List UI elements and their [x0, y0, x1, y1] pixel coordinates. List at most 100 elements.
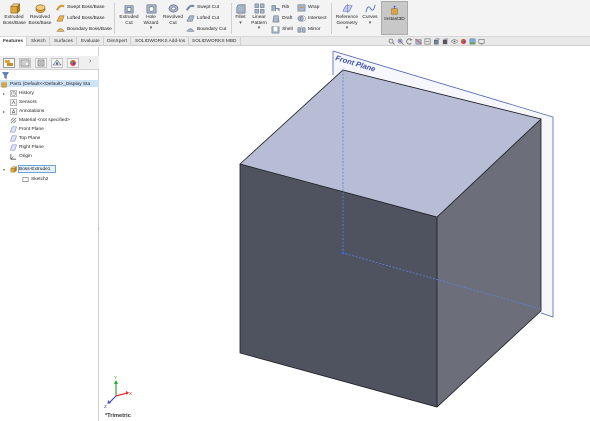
reference-geometry-icon: [341, 3, 353, 14]
plane-icon: [10, 126, 17, 132]
graphics-area[interactable]: Front Plane Y X Z *Trimetric: [100, 47, 590, 421]
mirror-icon: [297, 25, 306, 33]
tab-features[interactable]: Features: [0, 37, 27, 46]
apply-scene-icon[interactable]: [469, 38, 476, 45]
boundary-cut-button[interactable]: Boundary Cut: [186, 24, 226, 34]
tree-label-material: Material <not specified>: [19, 117, 70, 123]
rib-button[interactable]: Rib: [271, 2, 289, 12]
view-orientation-icon[interactable]: [433, 38, 440, 45]
svg-text:A: A: [12, 109, 16, 114]
extruded-cut-button[interactable]: Extruded Cut: [117, 3, 141, 26]
hole-wizard-dropdown-icon[interactable]: ▾: [150, 26, 152, 32]
curves-dropdown-icon[interactable]: ▾: [369, 21, 371, 27]
curves-button[interactable]: Curves ▾: [361, 3, 379, 26]
property-manager-tab[interactable]: [19, 58, 31, 68]
tree-item-part1[interactable]: Part1 (Default<<Default>_Display Sta: [1, 80, 90, 88]
swept-boss-label: Swept Boss/Base: [67, 4, 105, 10]
shell-button[interactable]: Shell: [271, 24, 293, 34]
edit-appearance-icon[interactable]: [460, 38, 467, 45]
manager-tabs-more-icon[interactable]: ›: [89, 58, 91, 65]
tree-item-annotations[interactable]: A Annotations: [10, 107, 44, 115]
lofted-cut-icon: [186, 15, 195, 21]
fillet-button[interactable]: Fillet ▾: [233, 3, 248, 26]
swept-cut-icon: [186, 4, 195, 11]
tree-item-boss-extrude1[interactable]: Boss-Extrude1: [10, 165, 50, 173]
plane-icon: [10, 144, 17, 150]
filter-icon[interactable]: [2, 72, 9, 79]
tree-label-sketch2: Sketch2: [31, 176, 49, 182]
lofted-cut-label: Lofted Cut: [197, 15, 220, 21]
mirror-button[interactable]: Mirror: [297, 24, 321, 34]
lofted-cut-button[interactable]: Lofted Cut: [186, 13, 219, 23]
tree-label-front-plane: Front Plane: [19, 126, 44, 132]
swept-boss-button[interactable]: Swept Boss/Base: [56, 2, 105, 12]
rib-label: Rib: [282, 4, 290, 10]
reference-geometry-button[interactable]: Reference Geometry ▾: [334, 3, 360, 32]
expand-icon[interactable]: ▸: [3, 109, 5, 114]
instant3d-button[interactable]: Instant3D: [381, 1, 408, 35]
boundary-cut-label: Boundary Cut: [197, 26, 227, 32]
linear-pattern-button[interactable]: Linear Pattern ▾: [249, 3, 269, 32]
display-manager-tab[interactable]: [67, 58, 79, 68]
view-settings-icon[interactable]: [478, 38, 485, 45]
tree-label-annotations: Annotations: [19, 108, 45, 114]
solidworks-window: Extruded Boss/Base Revolved Boss/Base Sw…: [0, 0, 590, 421]
expand-icon[interactable]: ▸: [3, 91, 5, 96]
mirror-label: Mirror: [308, 26, 321, 32]
revolved-cut-button[interactable]: Revolved Cut: [162, 3, 184, 26]
feature-manager-tab[interactable]: [3, 58, 15, 68]
tab-dimxpert[interactable]: DimXpert: [104, 37, 131, 46]
wrap-button[interactable]: Wrap: [297, 2, 319, 12]
tab-sketch[interactable]: Sketch: [28, 37, 50, 46]
model-canvas[interactable]: Front Plane Y X Z: [100, 47, 590, 421]
revolved-boss-button[interactable]: Revolved Boss/Base: [28, 3, 52, 26]
reference-triad: Y X Z: [104, 375, 132, 409]
reference-geometry-dropdown-icon[interactable]: ▾: [346, 26, 348, 32]
lofted-boss-icon: [56, 15, 65, 21]
dynamic-annotation-icon[interactable]: [424, 38, 431, 45]
shell-label: Shell: [282, 26, 293, 32]
display-manager-icon: [70, 60, 76, 66]
collapse-icon[interactable]: ▾: [3, 167, 5, 172]
tab-evaluate[interactable]: Evaluate: [78, 37, 104, 46]
hole-wizard-label: Hole Wizard: [143, 15, 159, 26]
extruded-boss-button[interactable]: Extruded Boss/Base: [3, 3, 26, 26]
draft-icon: [272, 15, 280, 22]
tree-item-sensors[interactable]: Sensors: [10, 98, 37, 106]
lofted-boss-button[interactable]: Lofted Boss/Base: [56, 13, 105, 23]
draft-button[interactable]: Draft: [271, 13, 292, 23]
ribbon-separator: [331, 3, 332, 34]
tree-item-origin[interactable]: Origin: [10, 152, 32, 160]
configuration-manager-tab[interactable]: [35, 58, 47, 68]
tree-label-origin: Origin: [19, 153, 32, 159]
dimxpert-manager-tab[interactable]: [51, 58, 63, 68]
tree-item-top-plane[interactable]: Top Plane: [10, 134, 40, 142]
tree-label-history: History: [19, 90, 34, 96]
tab-solidworks-mbd[interactable]: SOLIDWORKS MBD: [189, 37, 241, 46]
swept-boss-icon: [56, 4, 65, 11]
tree-item-material[interactable]: Material <not specified>: [10, 116, 70, 124]
heads-up-view-toolbar: [388, 37, 485, 46]
hide-show-items-icon[interactable]: [451, 38, 458, 45]
boundary-boss-button[interactable]: Boundary Boss/Base: [56, 24, 112, 34]
instant3d-icon: [391, 5, 398, 15]
extruded-boss-icon: [9, 3, 20, 14]
tab-solidworks-add-ins[interactable]: SOLIDWORKS Add-Ins: [132, 37, 190, 46]
tree-item-sketch2[interactable]: Sketch2: [22, 175, 48, 183]
linear-pattern-dropdown-icon[interactable]: ▾: [258, 26, 260, 32]
sketch-icon: [22, 176, 29, 182]
hole-wizard-button[interactable]: Hole Wizard ▾: [141, 3, 161, 32]
swept-cut-button[interactable]: Swept Cut: [186, 2, 219, 12]
tree-item-right-plane[interactable]: Right Plane: [10, 143, 44, 151]
section-view-icon[interactable]: [415, 38, 422, 45]
zoom-to-fit-icon[interactable]: [388, 38, 395, 45]
intersect-button[interactable]: Intersect: [297, 13, 326, 23]
tree-item-front-plane[interactable]: Front Plane: [10, 125, 44, 133]
zoom-to-area-icon[interactable]: [397, 38, 404, 45]
tree-item-history[interactable]: History: [10, 89, 34, 97]
linear-pattern-label: Linear Pattern: [251, 15, 267, 26]
display-style-icon[interactable]: [442, 38, 449, 45]
tab-surfaces[interactable]: Surfaces: [51, 37, 77, 46]
previous-view-icon[interactable]: [406, 38, 413, 45]
fillet-dropdown-icon[interactable]: ▾: [239, 21, 241, 27]
